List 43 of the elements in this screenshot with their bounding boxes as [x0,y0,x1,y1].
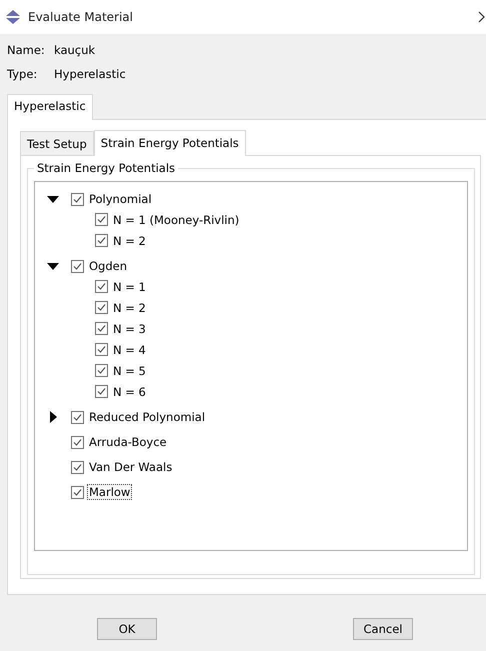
checkbox[interactable] [95,385,108,398]
tab[interactable]: Test Setup [20,131,94,155]
tree-item[interactable]: Polynomial [87,191,154,207]
checkbox[interactable] [95,280,108,293]
collapse-triangle-icon[interactable] [47,262,59,270]
tree-item[interactable]: N = 1 [111,278,148,294]
collapse-triangle-icon[interactable] [47,196,59,202]
checkbox[interactable] [71,260,84,272]
field-value: Hyperelastic [54,67,126,81]
window-title: Evaluate Material [28,10,133,24]
expand-triangle-icon[interactable] [50,411,56,423]
tree-item[interactable]: N = 4 [111,342,148,358]
checkbox[interactable] [95,234,108,247]
checkbox[interactable] [95,364,108,377]
field-label: Name: [7,43,46,57]
checkbox[interactable] [71,192,84,206]
checkbox[interactable] [95,213,108,226]
tree-item[interactable]: N = 3 [111,320,148,336]
tree-item[interactable]: Marlow [87,484,132,500]
tree-item[interactable]: N = 2 [111,232,148,248]
tree-item[interactable]: N = 1 (Mooney-Rivlin) [111,212,242,228]
tab[interactable]: Strain Energy Potentials [94,130,246,156]
checkbox[interactable] [71,410,84,424]
checkbox[interactable] [71,436,84,448]
group-title: Strain Energy Potentials [34,161,178,175]
diamond-arrows-icon [5,10,21,24]
tree-item[interactable]: Van Der Waals [87,459,174,475]
tree-item[interactable]: Ogden [87,258,130,274]
field-value: kauçuk [54,43,96,57]
tree-item[interactable]: N = 2 [111,300,148,316]
tree-item[interactable]: N = 5 [111,362,148,378]
dialog-button[interactable]: OK [97,618,157,640]
dialog-button[interactable]: Cancel [353,618,413,640]
tab[interactable]: Hyperelastic [7,94,93,120]
field-label: Type: [7,67,38,81]
checkbox[interactable] [95,322,108,335]
tree-item[interactable]: Arruda-Boyce [87,434,169,450]
checkbox[interactable] [95,301,108,314]
checkbox[interactable] [71,460,84,474]
tree-item[interactable]: N = 6 [111,384,148,400]
checkbox[interactable] [71,486,84,498]
tree-item[interactable]: Reduced Polynomial [87,409,208,425]
checkbox[interactable] [95,343,108,356]
